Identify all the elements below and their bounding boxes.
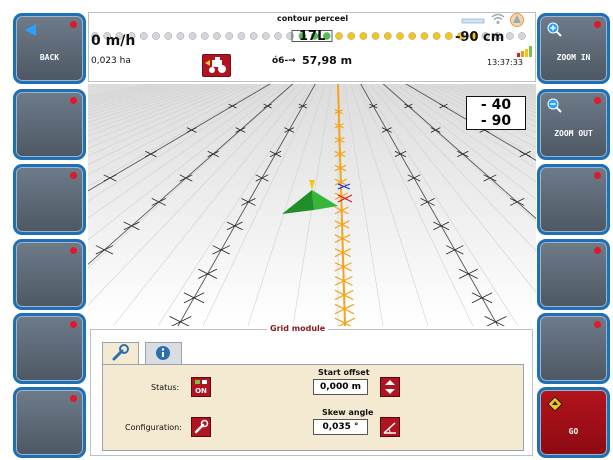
cross-track-offset: -90 cm	[455, 30, 505, 45]
go-button[interactable]: GO	[537, 387, 610, 458]
section-dot	[200, 32, 209, 40]
grid-module-panel: Grid module Status: ON Configuration: St…	[90, 324, 533, 456]
field-name: contour perceel	[277, 14, 349, 23]
back-label: BACK	[39, 53, 60, 62]
section-dot	[408, 32, 417, 40]
section-dot	[274, 32, 282, 40]
led-indicator	[70, 395, 77, 402]
section-dot	[188, 32, 197, 40]
right-soft-button-3[interactable]	[537, 164, 610, 235]
section-dot	[518, 32, 526, 40]
gps-antenna-icon	[461, 18, 485, 24]
section-dot	[335, 32, 343, 40]
left-soft-button-6[interactable]	[13, 387, 86, 458]
wrench-icon	[112, 344, 129, 361]
back-button[interactable]: BACK	[13, 13, 86, 84]
left-soft-button-4[interactable]	[13, 239, 86, 310]
section-dot	[383, 32, 392, 40]
distance-icon: ó6-→	[272, 56, 296, 66]
xte-line-2: - 90	[480, 113, 512, 129]
configuration-label: Configuration:	[125, 423, 182, 432]
wrench-icon	[194, 419, 209, 434]
section-dot	[152, 32, 160, 40]
section-dot	[359, 32, 368, 40]
start-offset-adjust-button[interactable]	[380, 377, 400, 397]
left-soft-button-3[interactable]	[13, 164, 86, 235]
section-dot	[225, 32, 234, 40]
clock: 13:37:33	[487, 58, 523, 67]
section-dot	[176, 32, 185, 40]
led-indicator	[70, 172, 77, 179]
area-readout: 0,023 ha	[91, 56, 131, 66]
go-diamond-icon	[547, 396, 563, 412]
section-dot	[237, 32, 246, 40]
info-icon	[156, 346, 170, 360]
led-indicator	[70, 97, 77, 104]
wifi-icon	[491, 13, 505, 24]
settings-tab-content: Status: ON Configuration: Start offset 0…	[102, 364, 524, 451]
section-dot	[371, 32, 380, 40]
section-dot	[444, 32, 453, 40]
left-soft-button-2[interactable]	[13, 89, 86, 160]
configuration-button[interactable]	[191, 417, 211, 437]
up-down-arrows-icon	[385, 380, 395, 394]
led-indicator	[594, 21, 601, 28]
speed-readout: 0 m/h	[91, 33, 136, 49]
status-bar: contour perceel 0 m/h 0,023 ha 17L ó6-→ …	[88, 12, 536, 82]
led-indicator	[594, 321, 601, 328]
zoom-in-button[interactable]: ZOOM IN	[537, 13, 610, 84]
section-dot	[286, 32, 295, 40]
zoom-in-label: ZOOM IN	[556, 53, 591, 62]
tab-settings[interactable]	[102, 342, 139, 365]
led-indicator	[594, 247, 601, 254]
led-indicator	[594, 97, 601, 104]
angle-icon	[383, 422, 396, 434]
section-dot	[139, 32, 148, 40]
left-soft-button-5[interactable]	[13, 313, 86, 384]
section-dot	[261, 32, 270, 40]
right-soft-button-5[interactable]	[537, 313, 610, 384]
section-dot	[505, 32, 514, 40]
gps-satellite-icon	[510, 13, 524, 27]
section-dot	[164, 32, 173, 40]
guidance-3d-view[interactable]: - 40 - 90	[88, 84, 536, 326]
skew-angle-label: Skew angle	[322, 408, 374, 417]
status-toggle-value: ON	[195, 387, 207, 395]
led-indicator	[594, 172, 601, 179]
zoom-in-icon	[547, 22, 562, 37]
zoom-out-icon	[547, 98, 562, 113]
go-label: GO	[568, 427, 579, 436]
led-indicator	[70, 247, 77, 254]
section-dot	[249, 32, 258, 40]
section-dot	[396, 32, 404, 40]
lane-number: 17L	[299, 29, 326, 44]
zoom-out-label: ZOOM OUT	[554, 129, 593, 138]
status-label: Status:	[151, 383, 180, 392]
tab-info[interactable]	[145, 342, 182, 364]
led-indicator	[70, 321, 77, 328]
back-arrow-icon	[25, 24, 36, 36]
xte-line-1: - 40	[480, 97, 512, 113]
signal-bars-icon	[517, 46, 532, 57]
status-toggle-button[interactable]: ON	[191, 377, 211, 397]
section-dot	[432, 32, 441, 40]
start-offset-label: Start offset	[318, 368, 370, 377]
cross-track-error-display: - 40 - 90	[466, 96, 526, 130]
distance-readout: 57,98 m	[302, 54, 353, 67]
panel-title: Grid module	[267, 324, 329, 333]
start-offset-field[interactable]: 0,000 m	[313, 379, 368, 395]
section-dot	[420, 32, 429, 40]
zoom-out-button[interactable]: ZOOM OUT	[537, 89, 610, 160]
right-soft-button-4[interactable]	[537, 239, 610, 310]
skew-angle-field[interactable]: 0,035 °	[313, 419, 368, 435]
skew-angle-adjust-button[interactable]	[380, 417, 400, 437]
section-dot	[347, 32, 356, 40]
section-dot	[213, 32, 221, 40]
on-toggle-icon: ON	[195, 380, 207, 395]
tractor-icon[interactable]	[202, 54, 231, 77]
led-indicator	[70, 21, 77, 28]
